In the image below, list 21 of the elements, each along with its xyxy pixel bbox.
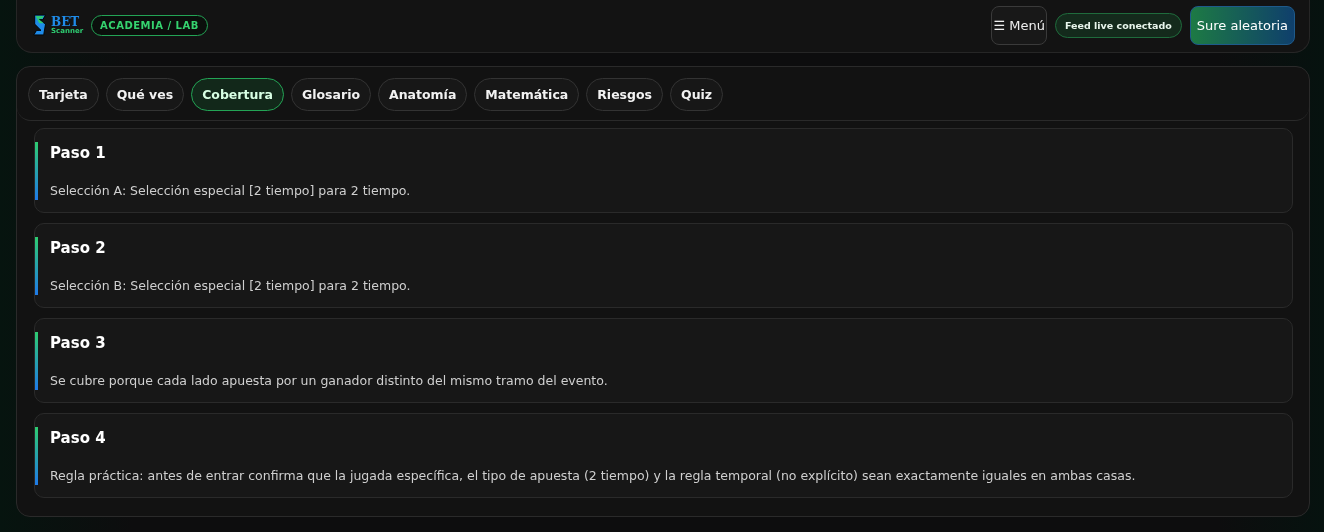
status-pill: Feed live conectado xyxy=(1054,12,1182,38)
step-text: Se cubre porque cada lado apuesta por un ganador distinto del mismo tramo del evento. xyxy=(50,373,608,388)
step-title: Paso 3 xyxy=(50,334,107,352)
section-badge: ACADEMIA / LAB xyxy=(91,14,208,36)
tab[interactable]: Qué ves xyxy=(105,78,185,111)
tab[interactable]: Cobertura xyxy=(191,78,284,111)
step-title: Paso 1 xyxy=(50,144,107,162)
step-text: Selección B: Selección especial [2 tiempo] para 2 tiempo. xyxy=(50,278,411,293)
step-text: Selección A: Selección especial [2 tiempo] para 2 tiempo. xyxy=(50,183,411,198)
tab[interactable]: Quiz xyxy=(670,78,724,111)
random-sure-button[interactable]: Sure aleatoria xyxy=(1189,5,1295,45)
step-title: Paso 2 xyxy=(50,239,107,257)
logo-wordmark: BET xyxy=(51,15,80,28)
tab[interactable]: Tarjeta xyxy=(28,78,99,111)
tab[interactable]: Glosario xyxy=(290,78,371,111)
tab[interactable]: Matemática xyxy=(474,78,580,111)
menu-button[interactable]: ☰ Menú xyxy=(991,5,1047,45)
step-text: Regla práctica: antes de entrar confirma que la jugada específica, el tipo de apuesta (2 tiempo) y la regla temporal (no explícito) sean exactamente iguales en ambas casas. xyxy=(50,468,1136,483)
step-title: Paso 4 xyxy=(50,429,107,447)
tab[interactable]: Riesgos xyxy=(586,78,664,111)
tab[interactable]: Anatomía xyxy=(378,78,468,111)
